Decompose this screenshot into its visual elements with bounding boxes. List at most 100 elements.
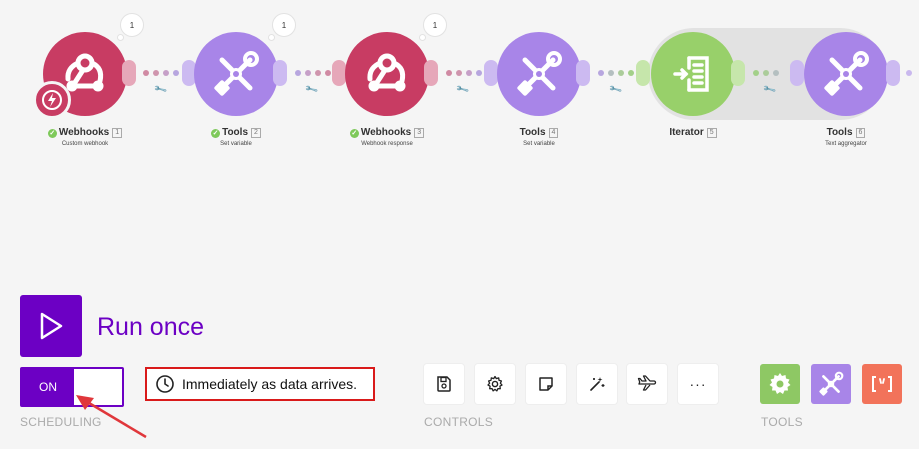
connector-dot bbox=[753, 70, 759, 76]
tools-icon bbox=[214, 51, 259, 96]
tools-caption: TOOLS bbox=[761, 415, 803, 429]
module-label: Iterator 5 bbox=[633, 127, 753, 138]
tools-button[interactable] bbox=[811, 364, 851, 404]
connector-dot bbox=[763, 70, 769, 76]
operations-count-badge[interactable]: 1 bbox=[272, 13, 296, 37]
route-settings-icon[interactable]: 🔧 bbox=[608, 82, 623, 97]
module-handle[interactable] bbox=[273, 60, 287, 86]
connector-dot bbox=[608, 70, 614, 76]
gear-icon bbox=[769, 373, 791, 394]
module-handle[interactable] bbox=[790, 60, 804, 86]
module-name: Iterator bbox=[669, 127, 704, 138]
note-icon bbox=[539, 377, 553, 391]
connector-dot bbox=[906, 70, 912, 76]
module-index: 3 bbox=[414, 128, 425, 138]
success-check-icon: ✓ bbox=[349, 129, 359, 138]
operations-count-badge[interactable]: 1 bbox=[423, 13, 447, 37]
module-index: 4 bbox=[548, 128, 559, 138]
module-name: Tools bbox=[826, 127, 853, 138]
module-label: ✓ Webhooks 1 bbox=[25, 127, 145, 138]
module-handle[interactable] bbox=[886, 60, 900, 86]
module-name: Tools bbox=[519, 127, 546, 138]
connector-dot bbox=[476, 70, 482, 76]
module-handle[interactable] bbox=[636, 60, 650, 86]
connector-dot bbox=[173, 70, 179, 76]
connector-dot bbox=[153, 70, 159, 76]
connector-dot bbox=[163, 70, 169, 76]
notes-button[interactable] bbox=[526, 364, 566, 404]
module-name: Webhooks bbox=[58, 127, 110, 138]
run-once-button[interactable] bbox=[20, 295, 82, 357]
clock-icon bbox=[156, 375, 174, 393]
module-handle[interactable] bbox=[122, 60, 136, 86]
module-index: 2 bbox=[251, 128, 261, 138]
ops-bubble-tail bbox=[117, 34, 124, 41]
auto-align-button[interactable] bbox=[577, 364, 617, 404]
schedule-setting[interactable]: Immediately as data arrives. bbox=[145, 367, 375, 401]
connector-dot bbox=[598, 70, 604, 76]
success-check-icon: ✓ bbox=[47, 129, 57, 138]
module-handle[interactable] bbox=[484, 60, 498, 86]
tools-icon bbox=[517, 51, 562, 96]
text-parser-icon bbox=[872, 376, 892, 392]
connector-dot bbox=[295, 70, 301, 76]
module-subtitle: Webhook response bbox=[361, 141, 413, 147]
module-subtitle: Text aggregator bbox=[825, 141, 867, 147]
connector-dot bbox=[446, 70, 452, 76]
connector-dot bbox=[466, 70, 472, 76]
webhook-icon bbox=[367, 53, 406, 92]
module-tools-6[interactable] bbox=[804, 32, 888, 116]
module-handle[interactable] bbox=[576, 60, 590, 86]
airplane-icon bbox=[637, 375, 657, 391]
module-label: ✓ Tools 2 bbox=[176, 127, 296, 138]
route-settings-icon[interactable]: 🔧 bbox=[304, 82, 319, 97]
text-parser-tool-button[interactable] bbox=[862, 364, 902, 404]
iterator-icon bbox=[673, 56, 709, 92]
connector-dot bbox=[143, 70, 149, 76]
module-index: 5 bbox=[706, 128, 717, 138]
connector-dot bbox=[628, 70, 634, 76]
annotation-arrow bbox=[76, 395, 147, 439]
connector-dot bbox=[315, 70, 321, 76]
scenario-settings-button[interactable] bbox=[475, 364, 515, 404]
connector-dot bbox=[305, 70, 311, 76]
tools-icon bbox=[824, 51, 869, 96]
module-name: Tools bbox=[222, 127, 249, 138]
route-settings-icon[interactable]: 🔧 bbox=[455, 82, 470, 97]
tools-icon bbox=[819, 371, 844, 396]
module-subtitle: Set variable bbox=[220, 141, 252, 147]
controls-caption: CONTROLS bbox=[424, 415, 494, 429]
module-handle[interactable] bbox=[731, 60, 745, 86]
ops-bubble-tail bbox=[419, 34, 426, 41]
more-options-button[interactable]: ··· bbox=[678, 364, 718, 404]
module-subtitle: Custom webhook bbox=[61, 141, 109, 147]
module-label: ✓ Webhooks 3 bbox=[327, 127, 447, 138]
connector-dot bbox=[325, 70, 331, 76]
connector-dot bbox=[456, 70, 462, 76]
scheduling-toggle-on-label: ON bbox=[22, 369, 74, 405]
module-tools-2[interactable] bbox=[194, 32, 278, 116]
module-webhooks-3[interactable] bbox=[345, 32, 429, 116]
flow-control-tool-button[interactable] bbox=[760, 364, 800, 404]
module-label: Tools 4 bbox=[479, 127, 599, 138]
gear-icon bbox=[487, 375, 503, 392]
operations-count-badge[interactable]: 1 bbox=[120, 13, 144, 37]
instant-trigger-icon bbox=[33, 81, 71, 119]
ops-bubble-tail bbox=[268, 34, 275, 41]
module-index: 1 bbox=[112, 128, 123, 138]
save-button[interactable] bbox=[424, 364, 464, 404]
connector-dot bbox=[773, 70, 779, 76]
module-name: Webhooks bbox=[360, 127, 412, 138]
module-index: 6 bbox=[855, 128, 866, 138]
explain-flow-button[interactable] bbox=[627, 364, 667, 404]
magic-wand-icon bbox=[590, 377, 605, 391]
connector-dot bbox=[618, 70, 624, 76]
module-iterator-5[interactable] bbox=[651, 32, 735, 116]
schedule-text: Immediately as data arrives. bbox=[182, 376, 358, 392]
module-tools-4[interactable] bbox=[497, 32, 581, 116]
route-settings-icon[interactable]: 🔧 bbox=[153, 82, 168, 97]
run-once-label[interactable]: Run once bbox=[97, 313, 204, 342]
success-check-icon: ✓ bbox=[211, 129, 221, 138]
module-handle[interactable] bbox=[332, 60, 346, 86]
module-handle[interactable] bbox=[424, 60, 438, 86]
